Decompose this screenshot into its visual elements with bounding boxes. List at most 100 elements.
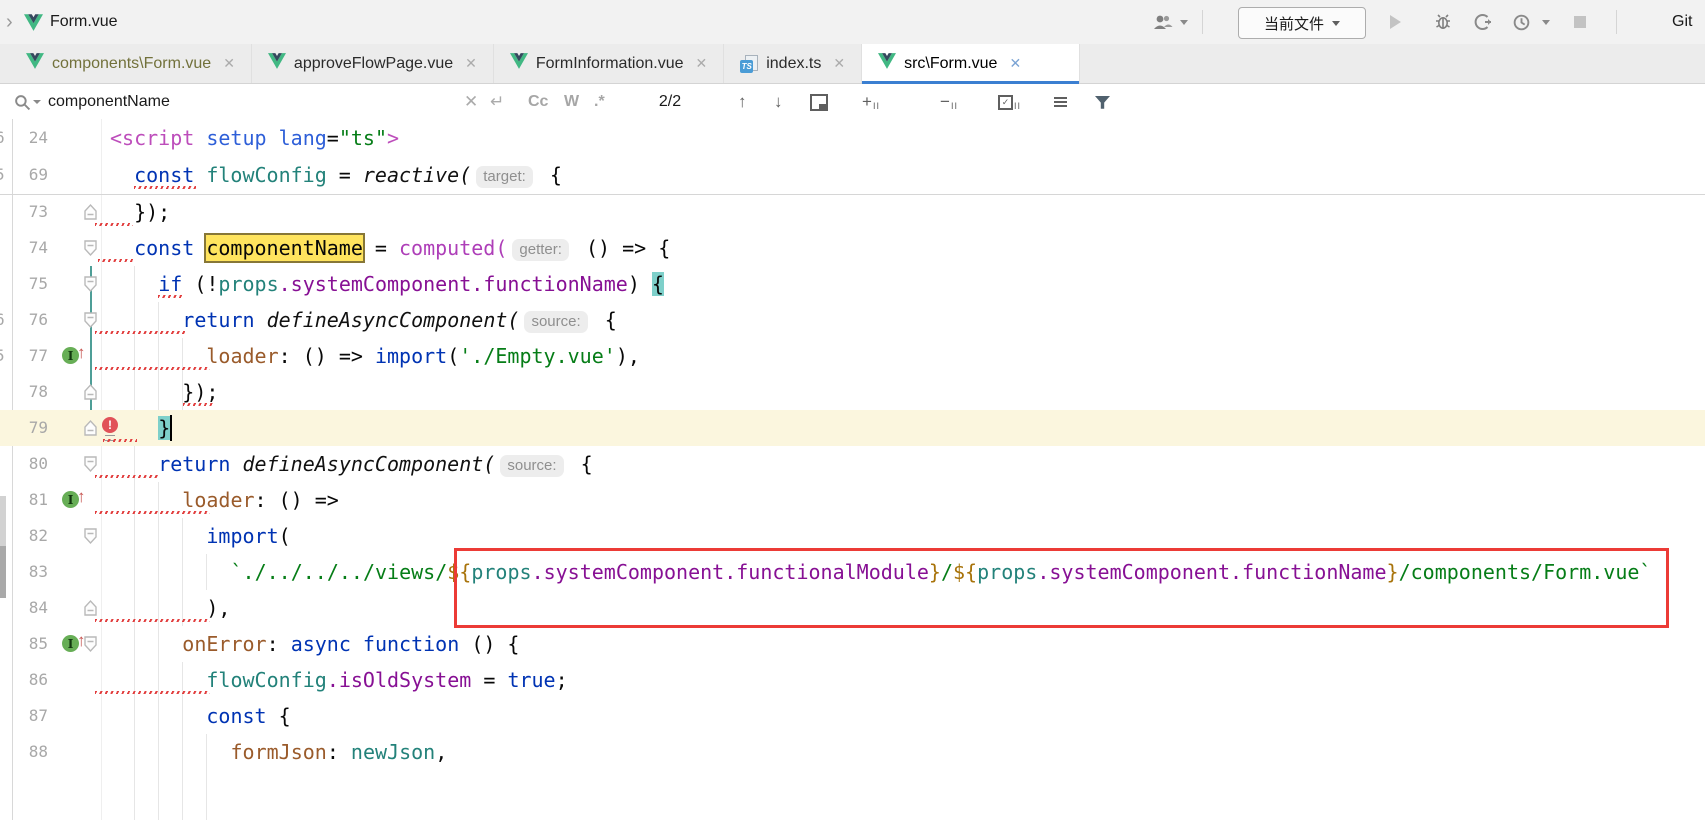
search-in-selection-icon[interactable]	[1054, 85, 1067, 119]
line-number[interactable]: 87	[14, 698, 48, 734]
line-number[interactable]: 80	[14, 446, 48, 482]
line-number[interactable]: 74	[14, 230, 48, 266]
run-button[interactable]	[1390, 0, 1401, 44]
code-line-88[interactable]: 88formJson: newJson,	[0, 734, 1705, 770]
line-number[interactable]: 86	[14, 662, 48, 698]
code-token: loader	[182, 488, 254, 512]
remove-selection-button[interactable]: −II	[940, 85, 958, 119]
code-token: ;	[556, 668, 568, 692]
code-token: loader	[206, 344, 278, 368]
code-line-73[interactable]: 73});	[0, 194, 1705, 230]
line-number[interactable]: 73	[14, 194, 48, 230]
line-number[interactable]: 82	[14, 518, 48, 554]
edge-artifact	[0, 546, 6, 598]
error-gutter-icon[interactable]: !	[102, 417, 119, 441]
match-case-toggle[interactable]: Cc	[528, 85, 548, 119]
fold-marker-icon[interactable]	[83, 239, 98, 262]
implementation-gutter-icon[interactable]: I↑	[62, 633, 94, 655]
code-line-85[interactable]: 85I↑onError: async function () {	[0, 626, 1705, 662]
code-line-78[interactable]: 78});	[0, 374, 1705, 410]
editor-tab-forminformation-vue[interactable]: FormInformation.vue✕	[494, 44, 724, 83]
line-number[interactable]: 88	[14, 734, 48, 770]
line-number[interactable]: 24	[14, 120, 48, 156]
edge-partial-digit: 5	[0, 157, 5, 193]
run-config-caret-icon	[1332, 21, 1340, 26]
code-token: import	[206, 524, 278, 548]
breadcrumb[interactable]: Form.vue	[50, 0, 118, 44]
vue-file-icon	[268, 53, 286, 74]
whole-words-toggle[interactable]: W	[564, 85, 579, 119]
run-configuration-select[interactable]: 当前文件	[1238, 7, 1366, 39]
code-line-77[interactable]: 577I↑loader: () => import('./Empty.vue')…	[0, 338, 1705, 374]
line-number[interactable]: 81	[14, 482, 48, 518]
fold-marker-icon[interactable]	[83, 527, 98, 550]
tab-label: index.ts	[766, 55, 821, 73]
editor-tab-index-ts[interactable]: TSindex.ts✕	[724, 44, 862, 83]
code-line-69[interactable]: 569const flowConfig = reactive(target: {	[0, 157, 1705, 193]
code-line-75[interactable]: 75 if (!props.systemComponent.functionNam…	[0, 266, 1705, 302]
code-line-87[interactable]: 87const {	[0, 698, 1705, 734]
code-editor[interactable]: 624<script setup lang="ts">569const flow…	[0, 119, 1705, 820]
new-line-icon[interactable]: ↵	[490, 85, 504, 119]
fold-marker-icon[interactable]	[83, 275, 98, 298]
fold-marker-icon[interactable]	[83, 383, 98, 406]
implementation-gutter-icon[interactable]: I↑	[62, 345, 94, 367]
implementation-gutter-icon[interactable]: I↑	[62, 489, 94, 511]
code-line-81[interactable]: 81I↑loader: () =>	[0, 482, 1705, 518]
add-selection-button[interactable]: +II	[862, 85, 880, 119]
tab-label: src\Form.vue	[904, 55, 997, 73]
profiler-button[interactable]	[1512, 0, 1531, 44]
code-token: =	[339, 163, 363, 187]
code-token: true	[507, 668, 555, 692]
close-tab-icon[interactable]: ✕	[1009, 55, 1021, 72]
ide-window: › Form.vue 当前文件 Git components\Form.vue✕…	[0, 0, 1705, 820]
fold-marker-icon[interactable]	[83, 419, 98, 442]
editor-tab-components-form-vue[interactable]: components\Form.vue✕	[10, 44, 252, 83]
code-token: formJson	[231, 740, 327, 764]
debug-button[interactable]	[1434, 0, 1452, 44]
code-token: reactive(	[363, 163, 471, 187]
code-line-76[interactable]: 676return defineAsyncComponent(source: {	[0, 302, 1705, 338]
search-icon[interactable]	[14, 85, 31, 119]
line-number[interactable]: 78	[14, 374, 48, 410]
line-number[interactable]: 77	[14, 338, 48, 374]
search-input[interactable]: componentName	[48, 85, 170, 119]
breadcrumb-chevron-icon: ›	[6, 0, 13, 44]
user-dropdown-caret-icon[interactable]	[1180, 0, 1188, 44]
close-tab-icon[interactable]: ✕	[695, 55, 707, 72]
code-line-86[interactable]: 86flowConfig.isOldSystem = true;	[0, 662, 1705, 698]
user-account-icon[interactable]	[1152, 0, 1174, 44]
line-number[interactable]: 83	[14, 554, 48, 590]
code-token: (	[279, 524, 291, 548]
code-line-80[interactable]: 80return defineAsyncComponent(source: {	[0, 446, 1705, 482]
close-tab-icon[interactable]: ✕	[465, 55, 477, 72]
clear-search-icon[interactable]: ✕	[464, 85, 478, 119]
code-line-79[interactable]: 79!}	[0, 410, 1705, 446]
stop-button[interactable]	[1574, 0, 1586, 44]
editor-tab-approveflowpage-vue[interactable]: approveFlowPage.vue✕	[252, 44, 494, 83]
filter-icon[interactable]	[1094, 85, 1111, 119]
close-tab-icon[interactable]: ✕	[833, 55, 845, 72]
editor-tab-src-form-vue[interactable]: src\Form.vue ✕	[862, 44, 1080, 83]
profiler-caret-icon[interactable]	[1542, 0, 1550, 44]
line-number[interactable]: 84	[14, 590, 48, 626]
open-in-find-window-icon[interactable]	[810, 85, 828, 119]
line-number[interactable]: 85	[14, 626, 48, 662]
next-occurrence-button[interactable]: ↓	[774, 85, 783, 119]
text-caret	[170, 415, 172, 441]
search-options-caret-icon[interactable]	[33, 85, 41, 119]
line-number[interactable]: 75	[14, 266, 48, 302]
line-number[interactable]: 76	[14, 302, 48, 338]
line-number[interactable]: 79	[14, 410, 48, 446]
code-text: if (!props.systemComponent.functionName)…	[158, 266, 664, 302]
git-menu[interactable]: Git	[1672, 0, 1692, 44]
code-line-74[interactable]: 74const componentName = computed(getter:…	[0, 230, 1705, 266]
select-all-occurrences-button[interactable]: ✓II	[998, 85, 1021, 119]
code-token	[267, 126, 279, 150]
line-number[interactable]: 69	[14, 157, 48, 193]
code-line-24[interactable]: 624<script setup lang="ts">	[0, 120, 1705, 156]
previous-occurrence-button[interactable]: ↑	[738, 85, 747, 119]
close-tab-icon[interactable]: ✕	[223, 55, 235, 72]
regex-toggle[interactable]: .*	[594, 85, 605, 119]
run-with-coverage-button[interactable]	[1474, 0, 1492, 44]
